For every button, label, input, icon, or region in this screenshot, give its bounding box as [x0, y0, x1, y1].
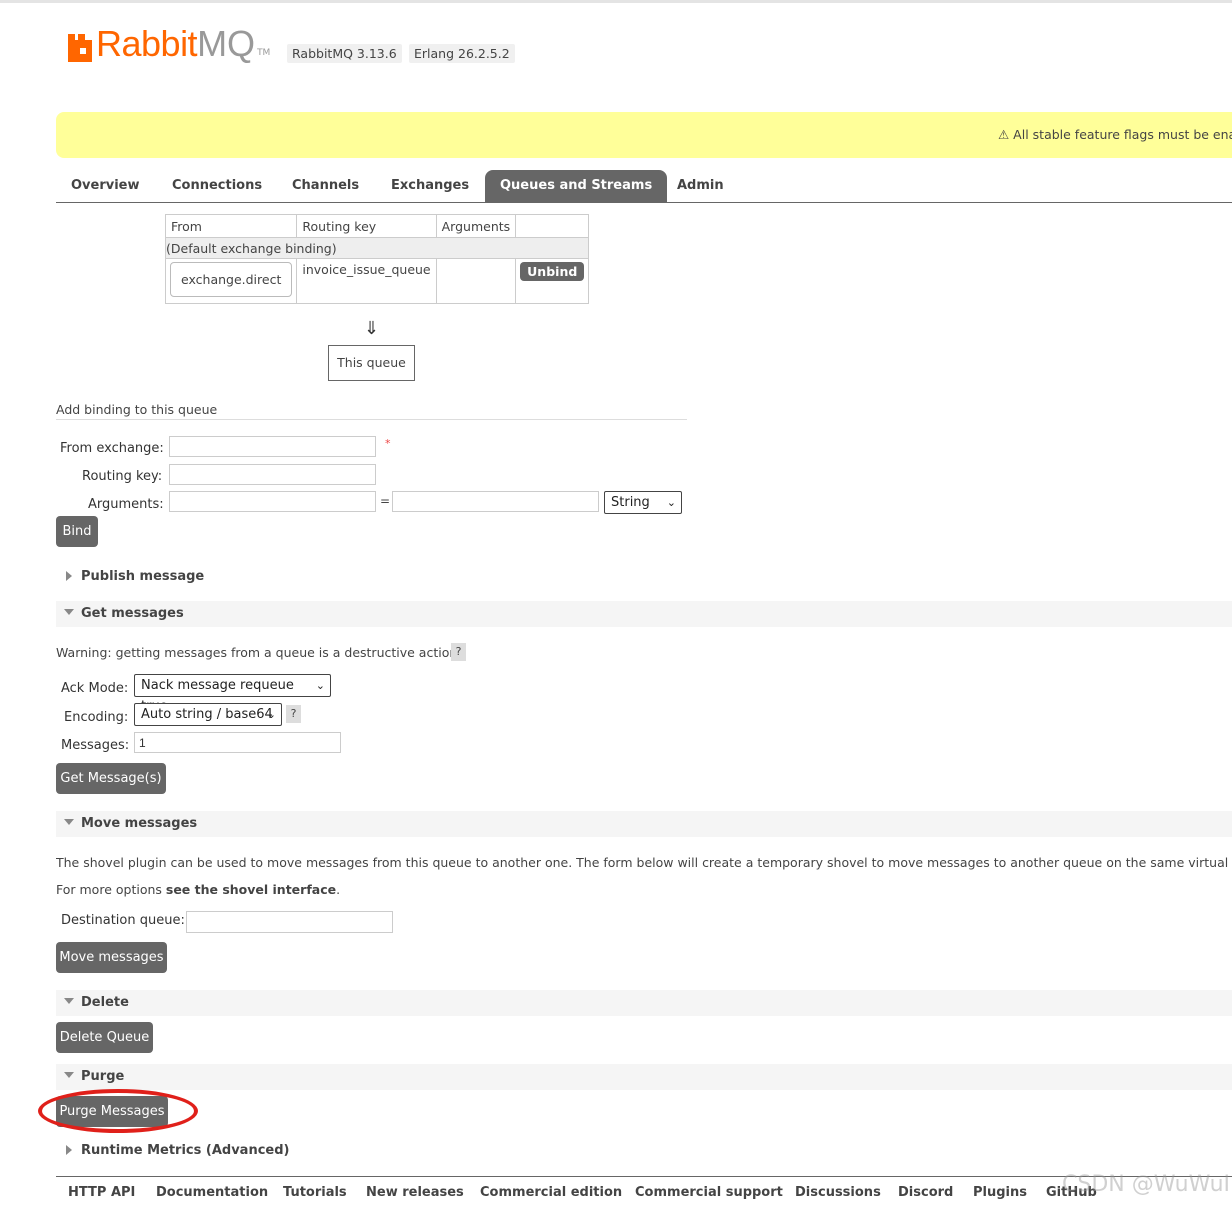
messages-label: Messages:: [61, 738, 130, 753]
footer-link-plugins[interactable]: Plugins: [973, 1185, 1027, 1200]
delete-section[interactable]: Delete: [56, 990, 1232, 1016]
arguments-label: Arguments:: [88, 497, 164, 512]
move-messages-section[interactable]: Move messages: [56, 811, 1232, 837]
section-title: Runtime Metrics (Advanced): [81, 1143, 290, 1158]
header-from: From: [164, 214, 298, 238]
chevron-down-icon: ⌄: [666, 496, 676, 509]
tab-overview[interactable]: Overview: [71, 170, 140, 202]
add-binding-title: Add binding to this queue: [56, 402, 218, 417]
purge-section[interactable]: Purge: [56, 1064, 1232, 1090]
csdn-watermark: CSDN @WuWuII: [1062, 1172, 1232, 1197]
chevron-down-icon: ⌄: [266, 708, 276, 721]
default-binding-row: (Default exchange binding): [164, 237, 590, 259]
get-messages-section[interactable]: Get messages: [56, 601, 1232, 627]
add-binding-divider: [56, 419, 687, 420]
table-row: exchange.direct invoice_issue_queue Unbi…: [164, 258, 590, 304]
section-title: Publish message: [81, 569, 205, 584]
more-options-text: For more options: [56, 882, 166, 897]
publish-message-section[interactable]: Publish message: [56, 564, 1232, 590]
bindings-header-row: From Routing key Arguments: [164, 214, 590, 238]
footer-link-http-api[interactable]: HTTP API: [68, 1185, 135, 1200]
logo-text-rabbit: Rabbit: [96, 23, 198, 64]
help-icon[interactable]: ?: [451, 643, 466, 661]
routing-key-cell: invoice_issue_queue: [296, 258, 437, 304]
tab-connections[interactable]: Connections: [172, 170, 262, 202]
expand-icon: [66, 571, 72, 581]
from-exchange-input[interactable]: [169, 436, 376, 457]
routing-key-input[interactable]: [169, 464, 376, 485]
footer-link-discord[interactable]: Discord: [898, 1185, 953, 1200]
bind-button[interactable]: Bind: [56, 516, 98, 547]
more-options-suffix: .: [336, 882, 341, 897]
footer-link-new-releases[interactable]: New releases: [366, 1185, 464, 1200]
argument-type-select[interactable]: String ⌄: [604, 491, 682, 514]
footer-link-commercial-support[interactable]: Commercial support: [635, 1185, 783, 1200]
this-queue-box: This queue: [328, 345, 415, 381]
move-messages-description: The shovel plugin can be used to move me…: [56, 855, 1232, 870]
ack-mode-label: Ack Mode:: [61, 681, 129, 696]
get-messages-button[interactable]: Get Message(s): [56, 763, 166, 794]
ack-mode-select[interactable]: Nack message requeue true ⌄: [134, 674, 331, 714]
encoding-select[interactable]: Auto string / base64 ⌄: [134, 703, 282, 726]
argument-type-value: String: [611, 495, 650, 510]
section-title: Purge: [81, 1069, 125, 1084]
required-mark: *: [385, 437, 391, 450]
footer-divider: [56, 1176, 1232, 1177]
tab-admin[interactable]: Admin: [677, 170, 724, 202]
section-title: Move messages: [81, 816, 198, 831]
rabbitmq-logo-icon: [68, 34, 92, 62]
runtime-metrics-section[interactable]: Runtime Metrics (Advanced): [56, 1138, 1232, 1164]
tab-channels[interactable]: Channels: [292, 170, 359, 202]
destination-queue-input[interactable]: [186, 911, 393, 933]
feature-flags-warning: ⚠ All stable feature flags must be enab: [998, 127, 1232, 142]
argument-key-input[interactable]: [169, 491, 376, 512]
bindings-table: From Routing key Arguments (Default exch…: [164, 214, 590, 304]
header-arguments: Arguments: [435, 214, 517, 238]
encoding-value: Auto string / base64: [141, 707, 273, 722]
exchange-link[interactable]: exchange.direct: [170, 262, 293, 297]
shovel-interface-link[interactable]: see the shovel interface: [166, 882, 336, 897]
tab-exchanges[interactable]: Exchanges: [391, 170, 469, 202]
collapse-icon: [64, 998, 74, 1004]
header-actions: [515, 214, 590, 238]
footer-link-documentation[interactable]: Documentation: [156, 1185, 268, 1200]
delete-queue-button[interactable]: Delete Queue: [56, 1022, 153, 1053]
collapse-icon: [64, 819, 74, 825]
section-title: Get messages: [81, 606, 184, 621]
tab-queues-and-streams[interactable]: Queues and Streams: [485, 170, 668, 202]
logo-tm: TM: [257, 48, 271, 58]
header-routing-key: Routing key: [296, 214, 437, 238]
chevron-down-icon: ⌄: [315, 679, 325, 692]
top-border: [0, 0, 1232, 3]
from-exchange-label: From exchange:: [60, 441, 164, 456]
section-title: Delete: [81, 995, 129, 1010]
unbind-button[interactable]: Unbind: [520, 262, 585, 281]
equals-sign: =: [380, 494, 391, 508]
help-icon[interactable]: ?: [286, 705, 301, 723]
footer-link-discussions[interactable]: Discussions: [795, 1185, 881, 1200]
collapse-icon: [64, 1072, 74, 1078]
messages-count-input[interactable]: [134, 732, 341, 753]
rabbitmq-logo[interactable]: Rabbit MQ TM: [68, 26, 270, 62]
default-binding-label: (Default exchange binding): [164, 237, 590, 259]
rabbitmq-version-badge: RabbitMQ 3.13.6: [287, 44, 402, 63]
move-messages-button[interactable]: Move messages: [56, 942, 167, 973]
erlang-version-badge: Erlang 26.2.5.2: [409, 44, 515, 63]
logo-text-mq: MQ: [197, 23, 256, 64]
encoding-label: Encoding:: [64, 710, 129, 725]
destination-queue-label: Destination queue:: [61, 913, 185, 928]
routing-key-label: Routing key:: [82, 469, 163, 484]
footer-link-tutorials[interactable]: Tutorials: [283, 1185, 347, 1200]
main-nav: Overview Connections Channels Exchanges …: [56, 170, 1232, 203]
shovel-more-options: For more options see the shovel interfac…: [56, 882, 340, 897]
argument-value-input[interactable]: [392, 491, 599, 512]
collapse-icon: [64, 609, 74, 615]
down-arrow-icon: ⇓: [364, 318, 380, 339]
expand-icon: [66, 1145, 72, 1155]
arguments-cell: [435, 258, 517, 304]
highlight-circle: [38, 1089, 198, 1133]
get-messages-warning: Warning: getting messages from a queue i…: [56, 645, 462, 660]
footer-link-commercial-edition[interactable]: Commercial edition: [480, 1185, 622, 1200]
